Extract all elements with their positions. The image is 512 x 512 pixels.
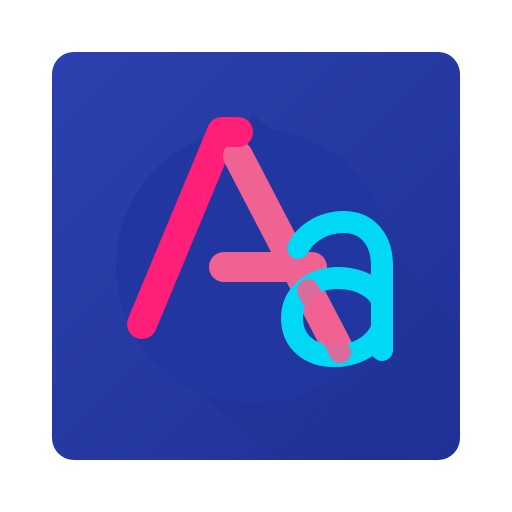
icon-canvas (0, 0, 512, 512)
font-app-icon-graphic (52, 52, 460, 460)
font-app-icon (52, 52, 460, 460)
